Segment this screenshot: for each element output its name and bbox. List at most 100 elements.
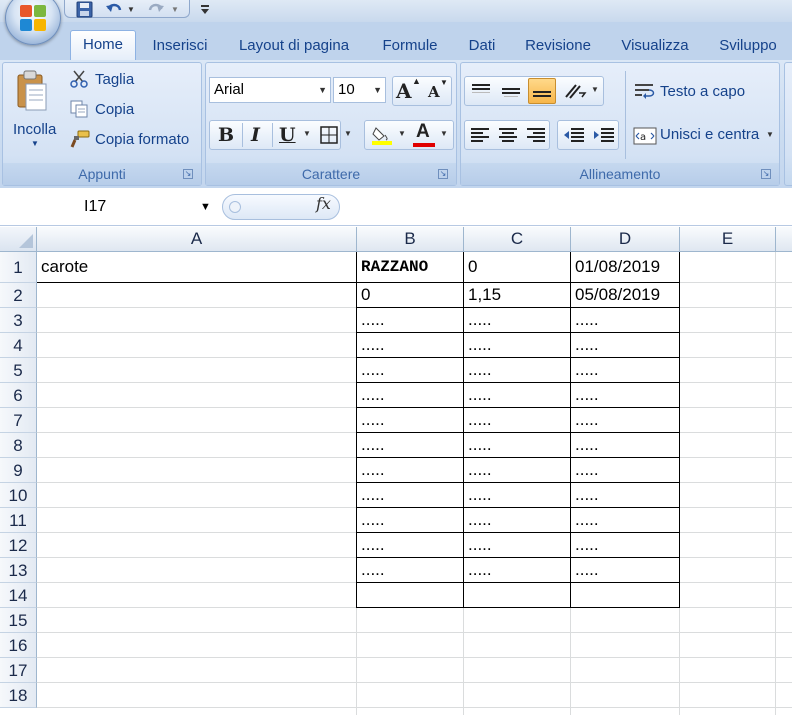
cell-d6[interactable]: ..... bbox=[575, 383, 678, 408]
align-left-icon[interactable] bbox=[467, 122, 493, 148]
underline-dropdown-icon[interactable]: ▼ bbox=[303, 129, 311, 138]
cell-c5[interactable]: ..... bbox=[468, 358, 569, 383]
cell-b2[interactable]: 0 bbox=[361, 283, 462, 308]
column-header-c[interactable]: C bbox=[464, 227, 571, 252]
merge-center-button[interactable]: Unisci e centra bbox=[660, 126, 759, 143]
tab-sviluppo[interactable]: Sviluppo bbox=[710, 35, 786, 59]
increase-indent-icon[interactable] bbox=[591, 122, 617, 148]
row-header-12[interactable]: 12 bbox=[0, 533, 37, 558]
cell-d11[interactable]: ..... bbox=[575, 508, 678, 533]
format-painter-button[interactable]: Copia formato bbox=[95, 131, 189, 148]
align-center-icon[interactable] bbox=[495, 122, 521, 148]
cell-b11[interactable]: ..... bbox=[361, 508, 462, 533]
row-header-5[interactable]: 5 bbox=[0, 358, 37, 383]
cell-c10[interactable]: ..... bbox=[468, 483, 569, 508]
cell-d4[interactable]: ..... bbox=[575, 333, 678, 358]
borders-dropdown-icon[interactable]: ▼ bbox=[344, 129, 352, 138]
tab-layout-di-pagina[interactable]: Layout di pagina bbox=[230, 35, 358, 59]
cell-b9[interactable]: ..... bbox=[361, 458, 462, 483]
row-header-7[interactable]: 7 bbox=[0, 408, 37, 433]
font-name-combo[interactable]: Arial ▼ bbox=[209, 77, 331, 103]
redo-dropdown-icon[interactable]: ▼ bbox=[170, 0, 180, 18]
fill-color-icon[interactable] bbox=[370, 123, 394, 147]
row-header-4[interactable]: 4 bbox=[0, 333, 37, 358]
font-color-button[interactable]: A bbox=[416, 121, 430, 143]
cell-b3[interactable]: ..... bbox=[361, 308, 462, 333]
name-box-dropdown-icon[interactable]: ▼ bbox=[200, 201, 211, 213]
column-header-d[interactable]: D bbox=[571, 227, 680, 252]
paste-dropdown-icon[interactable]: ▼ bbox=[31, 139, 39, 148]
cell-d12[interactable]: ..... bbox=[575, 533, 678, 558]
cell-b7[interactable]: ..... bbox=[361, 408, 462, 433]
name-box[interactable]: I17 bbox=[0, 195, 218, 219]
row-header-18[interactable]: 18 bbox=[0, 683, 37, 708]
decrease-indent-icon[interactable] bbox=[561, 122, 587, 148]
row-header-2[interactable]: 2 bbox=[0, 283, 37, 308]
align-middle-icon[interactable] bbox=[497, 78, 525, 104]
row-header-10[interactable]: 10 bbox=[0, 483, 37, 508]
grow-font-button[interactable]: A bbox=[396, 79, 412, 103]
cell-c4[interactable]: ..... bbox=[468, 333, 569, 358]
cell-b13[interactable]: ..... bbox=[361, 558, 462, 583]
orientation-dropdown-icon[interactable]: ▼ bbox=[591, 85, 599, 94]
font-color-dropdown-icon[interactable]: ▼ bbox=[440, 129, 448, 138]
cell-b4[interactable]: ..... bbox=[361, 333, 462, 358]
row-header-8[interactable]: 8 bbox=[0, 433, 37, 458]
align-bottom-icon[interactable] bbox=[528, 78, 556, 104]
cell-d5[interactable]: ..... bbox=[575, 358, 678, 383]
cell-c3[interactable]: ..... bbox=[468, 308, 569, 333]
cell-c6[interactable]: ..... bbox=[468, 383, 569, 408]
row-header-9[interactable]: 9 bbox=[0, 458, 37, 483]
cell-c8[interactable]: ..... bbox=[468, 433, 569, 458]
merge-center-dropdown-icon[interactable]: ▼ bbox=[766, 130, 774, 139]
row-header-3[interactable]: 3 bbox=[0, 308, 37, 333]
save-icon[interactable] bbox=[74, 0, 94, 18]
cell-c7[interactable]: ..... bbox=[468, 408, 569, 433]
cell-d13[interactable]: ..... bbox=[575, 558, 678, 583]
appunti-launcher-icon[interactable]: ↘ bbox=[183, 169, 193, 179]
undo-icon[interactable] bbox=[104, 0, 124, 18]
cell-d10[interactable]: ..... bbox=[575, 483, 678, 508]
tab-formule[interactable]: Formule bbox=[376, 35, 444, 59]
tab-dati[interactable]: Dati bbox=[462, 35, 502, 59]
row-header-13[interactable]: 13 bbox=[0, 558, 37, 583]
paste-button-label[interactable]: Incolla bbox=[13, 121, 56, 138]
cell-b8[interactable]: ..... bbox=[361, 433, 462, 458]
cut-button[interactable]: Taglia bbox=[95, 71, 134, 88]
cell-c2[interactable]: 1,15 bbox=[468, 283, 569, 308]
tab-visualizza[interactable]: Visualizza bbox=[614, 35, 696, 59]
cell-d9[interactable]: ..... bbox=[575, 458, 678, 483]
select-all-button[interactable] bbox=[0, 227, 37, 252]
cell-b5[interactable]: ..... bbox=[361, 358, 462, 383]
column-header-a[interactable]: A bbox=[37, 227, 357, 252]
shrink-font-button[interactable]: A bbox=[428, 83, 440, 101]
formula-input[interactable] bbox=[342, 195, 792, 219]
column-header-b[interactable]: B bbox=[357, 227, 464, 252]
row-header-15[interactable]: 15 bbox=[0, 608, 37, 633]
row-header-6[interactable]: 6 bbox=[0, 383, 37, 408]
fill-color-dropdown-icon[interactable]: ▼ bbox=[398, 129, 406, 138]
row-header-17[interactable]: 17 bbox=[0, 658, 37, 683]
row-header-11[interactable]: 11 bbox=[0, 508, 37, 533]
customize-icon[interactable] bbox=[198, 0, 212, 18]
font-name-dropdown-icon[interactable]: ▼ bbox=[318, 78, 327, 102]
formula-bar-handle-icon[interactable] bbox=[229, 201, 241, 213]
undo-dropdown-icon[interactable]: ▼ bbox=[126, 0, 136, 18]
wrap-text-button[interactable]: Testo a capo bbox=[660, 83, 745, 100]
copy-button[interactable]: Copia bbox=[95, 101, 134, 118]
cell-d2[interactable]: 05/08/2019 bbox=[575, 283, 678, 308]
font-size-combo[interactable]: 10 ▼ bbox=[333, 77, 386, 103]
cell-b10[interactable]: ..... bbox=[361, 483, 462, 508]
tab-revisione[interactable]: Revisione bbox=[518, 35, 598, 59]
insert-function-icon[interactable]: fx bbox=[316, 194, 331, 213]
cell-c13[interactable]: ..... bbox=[468, 558, 569, 583]
bold-button[interactable]: B bbox=[218, 124, 234, 146]
align-right-icon[interactable] bbox=[523, 122, 549, 148]
carattere-launcher-icon[interactable]: ↘ bbox=[438, 169, 448, 179]
cell-c12[interactable]: ..... bbox=[468, 533, 569, 558]
row-header-14[interactable]: 14 bbox=[0, 583, 37, 608]
paste-icon[interactable] bbox=[15, 69, 49, 113]
tab-inserisci[interactable]: Inserisci bbox=[148, 35, 212, 59]
cell-b6[interactable]: ..... bbox=[361, 383, 462, 408]
cell-d7[interactable]: ..... bbox=[575, 408, 678, 433]
